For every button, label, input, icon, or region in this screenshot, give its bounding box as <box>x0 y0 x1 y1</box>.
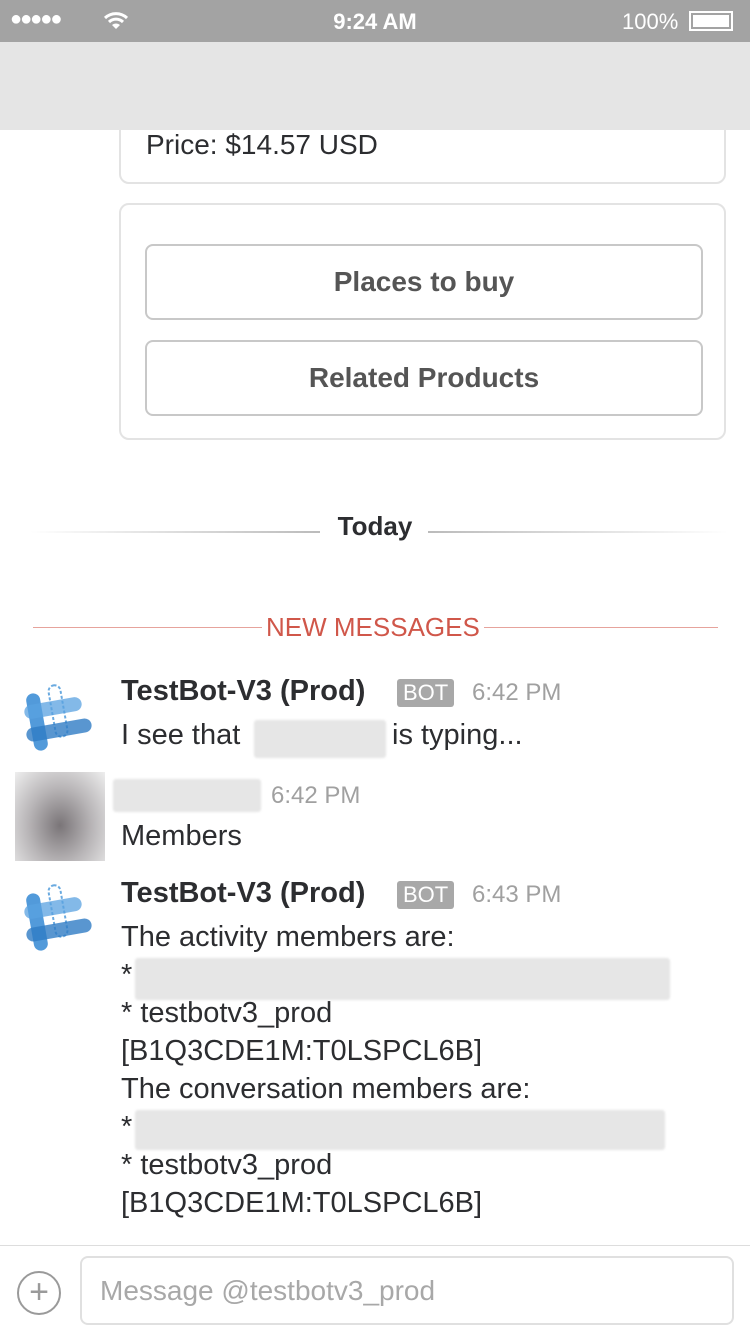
message-author[interactable]: TestBot-V3 (Prod) <box>121 877 365 910</box>
status-bar: ●●●●● 9:24 AM 100% <box>0 0 750 42</box>
battery-percent: 100% <box>622 9 679 34</box>
message-line: [B1Q3CDE1M:T0LSPCL6B] <box>121 1035 483 1067</box>
message-line: The activity members are: <box>121 921 455 953</box>
message-input[interactable]: Message @testbotv3_prod <box>80 1256 734 1325</box>
plus-icon[interactable]: + <box>17 1271 61 1315</box>
redacted-member <box>135 1110 665 1150</box>
bot-badge: BOT <box>397 881 455 909</box>
message-time: 6:42 PM <box>472 679 562 706</box>
bot-avatar <box>24 684 92 751</box>
message-text: Members <box>121 820 242 852</box>
today-divider: Today <box>337 511 413 541</box>
message-time: 6:43 PM <box>472 881 562 908</box>
user-avatar[interactable] <box>15 772 105 861</box>
redacted-member <box>135 958 670 1000</box>
related-products-button[interactable]: Related Products <box>145 340 703 416</box>
message-line: [B1Q3CDE1M:T0LSPCL6B] <box>121 1187 483 1219</box>
message-author[interactable]: TestBot-V3 (Prod) <box>121 675 365 708</box>
new-messages-divider: NEW MESSAGES <box>262 612 484 643</box>
redacted-author[interactable] <box>113 779 261 812</box>
message-line: The conversation members are: <box>121 1073 531 1105</box>
battery-icon <box>689 11 733 31</box>
divider-line <box>428 531 728 533</box>
message-time: 6:42 PM <box>271 782 361 809</box>
bot-avatar <box>24 884 92 951</box>
message-text: is typing... <box>392 719 523 751</box>
composer: + Message @testbotv3_prod <box>0 1245 750 1334</box>
message-text: I see that <box>121 719 241 751</box>
divider-line <box>30 531 320 533</box>
message-line: * testbotv3_prod <box>121 1149 333 1181</box>
actions-card: Places to buy Related Products <box>119 203 726 440</box>
price-text: Price: $14.57 USD <box>146 129 378 160</box>
places-to-buy-button[interactable]: Places to buy <box>145 244 703 320</box>
nav-bar <box>0 42 750 130</box>
redacted-username <box>254 720 386 758</box>
bot-badge: BOT <box>397 679 455 707</box>
